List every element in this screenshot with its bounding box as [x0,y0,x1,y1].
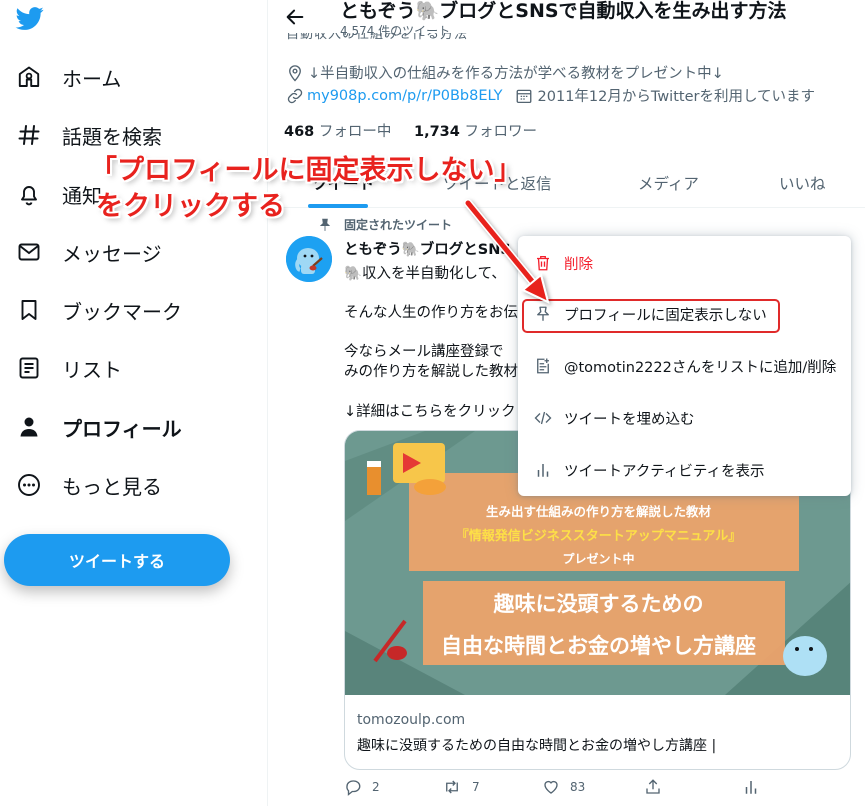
reply-icon [346,780,361,796]
following-count: 468 [284,124,315,140]
nav-profile[interactable]: プロフィール [16,407,256,447]
more-circle-icon [16,472,42,498]
tweet-actions: 2 7 83 [344,778,844,798]
pin-icon [319,218,331,231]
menu-item-label: @tomotin2222さんをリストに追加/削除 [564,359,837,376]
followers-count: 1,734 [414,124,460,140]
home-icon [16,64,42,90]
like-count: 83 [570,780,586,794]
back-arrow-icon[interactable] [284,6,306,28]
card-title: 趣味に没頭するための自由な時間とお金の増やし方講座 | [357,738,717,754]
following-label: フォロー中 [318,124,392,140]
tweet-options-menu: 削除 プロフィールに固定表示しない @tomotin2222さんをリストに追加/… [518,236,851,496]
analytics-icon [532,459,554,481]
location-text: ↓半自動収入の仕組みを作る方法が学べる教材をプレゼント中↓ [308,66,724,82]
list-add-icon [532,355,554,377]
banner-line2: 生み出す仕組みの作り方を解説した教材 [485,504,711,519]
menu-item-label: ツイートを埋め込む [564,411,695,428]
highlight-box [522,299,780,333]
menu-item-activity[interactable]: ツイートアクティビティを表示 [518,450,851,490]
menu-item-label: 削除 [564,256,593,273]
banner-headline2: 自由な時間とお金の増やし方講座 [441,634,756,658]
list-icon [16,355,42,381]
tweet-button[interactable]: ツイートする [4,534,230,586]
twitter-logo-icon[interactable] [14,4,46,32]
link-icon [287,88,303,103]
tweet-author-name[interactable]: ともぞう🐘ブログとSNS [344,238,511,259]
banner-line4: プレゼント中 [562,552,635,566]
retweet-count: 7 [472,780,480,794]
location-pin-icon [289,64,301,81]
hashtag-icon [16,122,42,148]
calendar-icon [516,89,531,103]
tweet-text-line: 🐘収入を半自動化して、 [344,266,506,282]
followers-label: フォロワー [464,124,537,140]
nav-lists[interactable]: リスト [16,348,256,388]
analytics-button[interactable] [742,778,760,796]
bell-icon [16,181,42,207]
trash-icon [532,252,554,274]
menu-item-delete[interactable]: 削除 [518,243,851,283]
nav-bookmarks-label: ブックマーク [62,299,182,324]
tweet-text-line: ↓詳細はこちらをクリック [344,404,516,420]
nav-explore-label: 話題を検索 [62,124,162,149]
person-icon [16,414,42,440]
sidebar: ホーム 話題を検索 通知 メッセージ ブックマーク リスト プロフィール もっと… [0,0,268,806]
page-title: ともぞう🐘ブログとSNSで自動収入を生み出す方法 [340,0,787,22]
analytics-icon [745,781,757,794]
annotation-line1: 「プロフィールに固定表示しない」 [90,155,522,186]
tweet-text-line: そんな人生の作り方をお伝 [344,305,518,321]
tab-likes[interactable]: いいね [779,172,826,194]
nav-more[interactable]: もっと見る [16,465,256,505]
nav-messages-label: メッセージ [62,241,162,266]
nav-profile-label: プロフィール [62,416,182,441]
pinned-indicator: 固定されたツイート [318,216,452,233]
follow-stats: 468 フォロー中 1,734 フォロワー [284,120,537,141]
share-button[interactable] [644,778,662,796]
bookmark-icon [16,297,42,323]
profile-location: ↓半自動収入の仕組みを作る方法が学べる教材をプレゼント中↓ [286,62,724,83]
menu-item-list-add[interactable]: @tomotin2222さんをリストに追加/削除 [518,346,851,386]
nav-bookmarks[interactable]: ブックマーク [16,290,256,330]
nav-home[interactable]: ホーム [16,57,256,97]
banner-headline1: 趣味に没頭するための [493,592,704,616]
joined-date: 2011年12月からTwitterを利用しています [537,89,816,105]
nav-more-label: もっと見る [62,474,162,499]
banner-line3: 『情報発信ビジネススタートアップマニュアル』 [455,529,742,544]
following-link[interactable]: 468 フォロー中 [284,124,391,140]
profile-url-link[interactable]: my908p.com/p/r/P0Bb8ELY [307,88,503,104]
reply-count: 2 [372,780,380,794]
annotation-line2: をクリックする [96,191,285,222]
like-button[interactable]: 83 [542,778,585,796]
heart-icon [544,780,558,794]
reply-button[interactable]: 2 [344,778,380,796]
envelope-icon [16,239,42,265]
card-domain: tomozoulp.com [357,712,466,728]
tweet-text-line: 今ならメール講座登録で [344,344,504,360]
retweet-button[interactable]: 7 [442,778,480,796]
bio-cut-text: 自動収入の仕組みを作る方法 [286,33,469,42]
nav-home-label: ホーム [62,66,122,91]
retweet-icon [446,780,458,794]
pinned-label: 固定されたツイート [344,218,453,232]
nav-messages[interactable]: メッセージ [16,232,256,272]
menu-item-embed[interactable]: ツイートを埋め込む [518,398,851,438]
tweet-text-line: みの作り方を解説した教材 [344,364,518,380]
active-tab-indicator [308,204,368,208]
share-icon [646,779,660,794]
code-icon [532,407,554,429]
profile-meta: my908p.com/p/r/P0Bb8ELY 2011年12月からTwitte… [286,85,815,106]
avatar[interactable] [286,236,332,282]
tab-media[interactable]: メディア [638,172,699,194]
followers-link[interactable]: 1,734 フォロワー [414,124,537,140]
nav-lists-label: リスト [62,357,122,382]
menu-item-label: ツイートアクティビティを表示 [564,463,765,480]
